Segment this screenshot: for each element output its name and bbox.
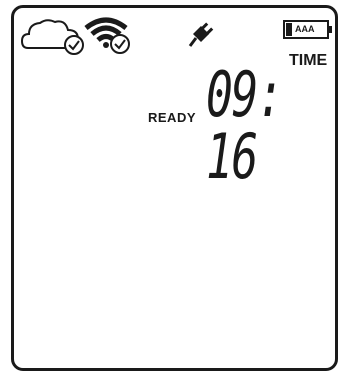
plug-icon (188, 22, 214, 47)
battery-label: AAA (295, 24, 315, 34)
status-ready: READY (148, 110, 197, 125)
cloud-check-icon (20, 19, 84, 55)
wifi-check-icon (84, 17, 130, 54)
time-value: 09: 16 (206, 58, 284, 193)
